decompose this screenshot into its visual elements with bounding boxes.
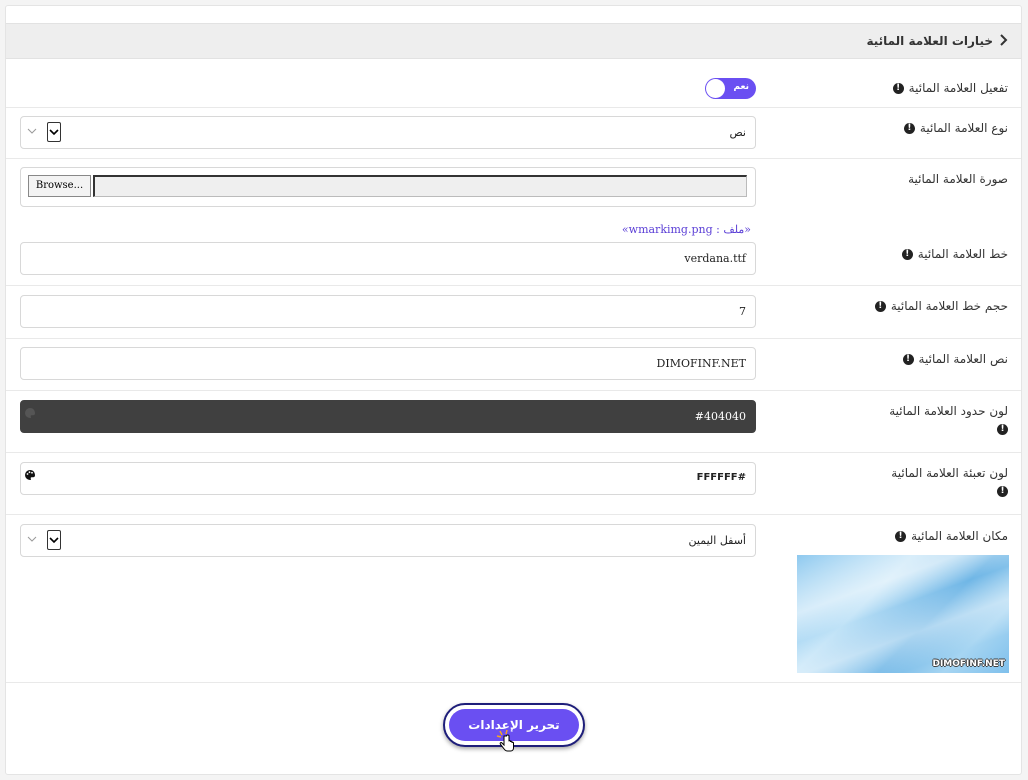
enable-toggle[interactable]: نعم [705, 78, 756, 99]
row-divider [6, 514, 1021, 515]
row-divider [6, 682, 1021, 683]
watermark-preview-image: DIMOFINF.NET [797, 555, 1009, 673]
chevron-right-icon [1000, 34, 1008, 46]
text-value: DIMOFINF.NET [656, 357, 746, 370]
fill-color-label: لون تعبئة العلامة المائية ! [891, 466, 1008, 497]
info-icon[interactable]: ! [892, 83, 904, 94]
font-label: خط العلامة المائية! [901, 246, 1008, 262]
preview-watermark-text: DIMOFINF.NET [932, 659, 1005, 669]
text-label: نص العلامة المائية! [902, 351, 1008, 367]
info-icon[interactable]: ! [997, 424, 1008, 435]
select-button[interactable] [47, 122, 61, 142]
position-select[interactable]: أسفل اليمين [20, 524, 756, 557]
browse-button[interactable]: Browse... [28, 175, 91, 197]
section-title: خيارات العلامة المائية [866, 34, 993, 48]
text-input[interactable]: DIMOFINF.NET [20, 347, 756, 380]
chevron-down-icon [49, 129, 59, 136]
size-label: حجم خط العلامة المائية! [874, 298, 1008, 314]
fill-color-input[interactable]: FFFFFF# [20, 462, 756, 495]
select-button[interactable] [47, 530, 61, 550]
chevron-down-icon [49, 537, 59, 544]
size-input[interactable]: 7 [20, 295, 756, 328]
border-color-value: #404040 [694, 410, 746, 423]
position-label: مكان العلامة المائية! [895, 528, 1008, 544]
watermark-settings-panel: خيارات العلامة المائية تفعيل العلامة الم… [5, 5, 1022, 775]
position-value: أسفل اليمين [688, 534, 746, 547]
size-value: 7 [739, 305, 746, 318]
info-icon[interactable]: ! [903, 123, 915, 134]
file-path-field[interactable] [93, 175, 747, 197]
type-select[interactable]: نص [20, 116, 756, 149]
info-icon[interactable]: ! [895, 531, 907, 542]
row-divider [6, 285, 1021, 286]
row-divider [6, 390, 1021, 391]
toggle-label: نعم [733, 82, 749, 92]
image-label: صورة العلامة المائية [908, 172, 1008, 186]
row-divider [6, 452, 1021, 453]
border-color-input[interactable]: #404040 [20, 400, 756, 433]
palette-icon[interactable] [24, 469, 36, 481]
type-label: نوع العلامة المائية! [903, 120, 1008, 136]
type-value: نص [729, 126, 746, 139]
image-file-input[interactable]: Browse... [20, 167, 756, 207]
border-color-label: لون حدود العلامة المائية ! [889, 404, 1008, 435]
palette-icon[interactable] [24, 407, 36, 419]
info-icon[interactable]: ! [901, 249, 913, 260]
chevron-down-icon [27, 128, 37, 134]
info-icon[interactable]: ! [997, 486, 1008, 497]
row-divider [6, 107, 1021, 108]
chevron-down-icon [27, 536, 37, 542]
row-divider [6, 338, 1021, 339]
current-file-link[interactable]: «ملف : wmarkimg.png» [622, 223, 751, 236]
fill-color-value: FFFFFF# [696, 472, 746, 483]
toggle-knob [706, 79, 725, 98]
hand-pointer-icon [496, 729, 514, 752]
row-divider [6, 158, 1021, 159]
info-icon[interactable]: ! [902, 354, 914, 365]
font-value: verdana.ttf [684, 252, 746, 265]
font-input[interactable]: verdana.ttf [20, 242, 756, 275]
enable-label: تفعيل العلامة المائية! [892, 80, 1008, 96]
info-icon[interactable]: ! [874, 301, 886, 312]
section-header[interactable]: خيارات العلامة المائية [6, 23, 1021, 59]
